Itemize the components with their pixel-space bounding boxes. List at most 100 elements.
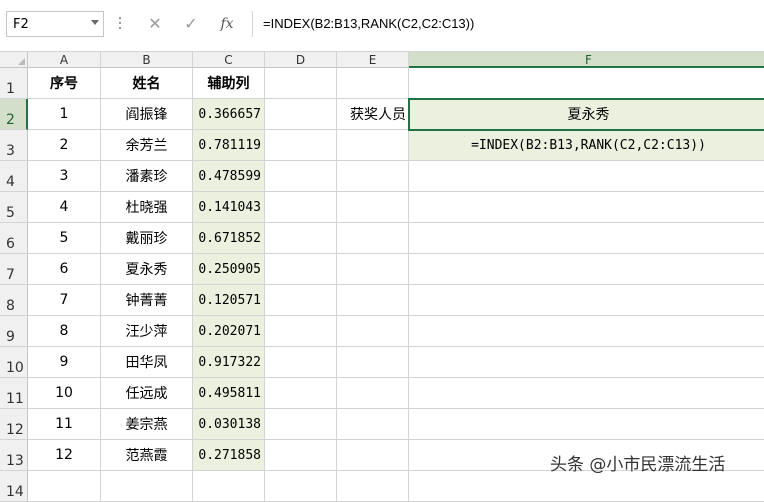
cell-c11[interactable]: 0.495811 — [193, 378, 265, 409]
cell-f5[interactable] — [409, 192, 764, 223]
cell-a5[interactable]: 4 — [28, 192, 101, 223]
cell-c14[interactable] — [193, 471, 265, 502]
row-header-3[interactable]: 3 — [0, 130, 28, 161]
cell-d10[interactable] — [265, 347, 337, 378]
cell-b3[interactable]: 余芳兰 — [101, 130, 193, 161]
cell-e10[interactable] — [337, 347, 409, 378]
cell-e1[interactable] — [337, 68, 409, 99]
row-header-14[interactable]: 14 — [0, 471, 28, 502]
cell-e4[interactable] — [337, 161, 409, 192]
cell-c5[interactable]: 0.141043 — [193, 192, 265, 223]
cell-f8[interactable] — [409, 285, 764, 316]
cell-b9[interactable]: 汪少萍 — [101, 316, 193, 347]
column-header-b[interactable]: B — [101, 52, 193, 68]
cell-e9[interactable] — [337, 316, 409, 347]
cell-e6[interactable] — [337, 223, 409, 254]
cell-a12[interactable]: 11 — [28, 409, 101, 440]
cancel-icon[interactable]: ✕ — [138, 11, 172, 37]
cell-f14[interactable] — [409, 471, 764, 502]
formula-input[interactable]: =INDEX(B2:B13,RANK(C2,C2:C13)) — [252, 11, 764, 37]
cell-d7[interactable] — [265, 254, 337, 285]
cell-f2[interactable]: 夏永秀 — [409, 99, 764, 130]
cell-e12[interactable] — [337, 409, 409, 440]
column-header-f[interactable]: F — [409, 52, 764, 68]
cell-b7[interactable]: 夏永秀 — [101, 254, 193, 285]
cell-b4[interactable]: 潘素珍 — [101, 161, 193, 192]
cell-f9[interactable] — [409, 316, 764, 347]
cell-c6[interactable]: 0.671852 — [193, 223, 265, 254]
name-box[interactable]: F2 — [6, 11, 104, 37]
cell-c12[interactable]: 0.030138 — [193, 409, 265, 440]
chevron-down-icon[interactable] — [91, 20, 99, 25]
cell-c1[interactable]: 辅助列 — [193, 68, 265, 99]
column-header-c[interactable]: C — [193, 52, 265, 68]
cell-c9[interactable]: 0.202071 — [193, 316, 265, 347]
column-header-e[interactable]: E — [337, 52, 409, 68]
row-header-7[interactable]: 7 — [0, 254, 28, 285]
cell-d4[interactable] — [265, 161, 337, 192]
cell-a9[interactable]: 8 — [28, 316, 101, 347]
cell-a2[interactable]: 1 — [28, 99, 101, 130]
row-header-8[interactable]: 8 — [0, 285, 28, 316]
cell-f1[interactable] — [409, 68, 764, 99]
cell-e2[interactable]: 获奖人员 — [337, 99, 409, 130]
column-header-d[interactable]: D — [265, 52, 337, 68]
row-header-9[interactable]: 9 — [0, 316, 28, 347]
drag-handle-icon[interactable] — [118, 14, 122, 34]
cell-f10[interactable] — [409, 347, 764, 378]
cell-a7[interactable]: 6 — [28, 254, 101, 285]
cell-d2[interactable] — [265, 99, 337, 130]
row-header-10[interactable]: 10 — [0, 347, 28, 378]
cell-d14[interactable] — [265, 471, 337, 502]
cell-d5[interactable] — [265, 192, 337, 223]
cell-a11[interactable]: 10 — [28, 378, 101, 409]
select-all-corner[interactable] — [0, 52, 28, 68]
cell-a8[interactable]: 7 — [28, 285, 101, 316]
row-header-4[interactable]: 4 — [0, 161, 28, 192]
cell-b1[interactable]: 姓名 — [101, 68, 193, 99]
cell-d8[interactable] — [265, 285, 337, 316]
row-header-13[interactable]: 13 — [0, 440, 28, 471]
cell-d12[interactable] — [265, 409, 337, 440]
column-header-a[interactable]: A — [28, 52, 101, 68]
cell-e5[interactable] — [337, 192, 409, 223]
cell-c8[interactable]: 0.120571 — [193, 285, 265, 316]
cell-b6[interactable]: 戴丽珍 — [101, 223, 193, 254]
cell-b2[interactable]: 阎振锋 — [101, 99, 193, 130]
row-header-1[interactable]: 1 — [0, 68, 28, 99]
cell-d3[interactable] — [265, 130, 337, 161]
cell-b14[interactable] — [101, 471, 193, 502]
cell-c2[interactable]: 0.366657 — [193, 99, 265, 130]
cell-b5[interactable]: 杜晓强 — [101, 192, 193, 223]
cell-e11[interactable] — [337, 378, 409, 409]
cell-f4[interactable] — [409, 161, 764, 192]
cell-c10[interactable]: 0.917322 — [193, 347, 265, 378]
cell-b13[interactable]: 范燕霞 — [101, 440, 193, 471]
cell-c13[interactable]: 0.271858 — [193, 440, 265, 471]
cell-f6[interactable] — [409, 223, 764, 254]
cell-a3[interactable]: 2 — [28, 130, 101, 161]
cell-d1[interactable] — [265, 68, 337, 99]
cell-b11[interactable]: 任远成 — [101, 378, 193, 409]
cell-a1[interactable]: 序号 — [28, 68, 101, 99]
cell-f7[interactable] — [409, 254, 764, 285]
cell-a13[interactable]: 12 — [28, 440, 101, 471]
cell-d9[interactable] — [265, 316, 337, 347]
cell-d13[interactable] — [265, 440, 337, 471]
cell-f12[interactable] — [409, 409, 764, 440]
row-header-2[interactable]: 2 — [0, 99, 28, 130]
row-header-11[interactable]: 11 — [0, 378, 28, 409]
cell-c4[interactable]: 0.478599 — [193, 161, 265, 192]
cell-a14[interactable] — [28, 471, 101, 502]
cell-e13[interactable] — [337, 440, 409, 471]
cell-a10[interactable]: 9 — [28, 347, 101, 378]
cell-e7[interactable] — [337, 254, 409, 285]
cell-a6[interactable]: 5 — [28, 223, 101, 254]
cell-e8[interactable] — [337, 285, 409, 316]
cell-b12[interactable]: 姜宗燕 — [101, 409, 193, 440]
row-header-5[interactable]: 5 — [0, 192, 28, 223]
cell-b10[interactable]: 田华凤 — [101, 347, 193, 378]
cell-d11[interactable] — [265, 378, 337, 409]
insert-function-icon[interactable]: fx — [210, 11, 244, 37]
cell-e3[interactable] — [337, 130, 409, 161]
